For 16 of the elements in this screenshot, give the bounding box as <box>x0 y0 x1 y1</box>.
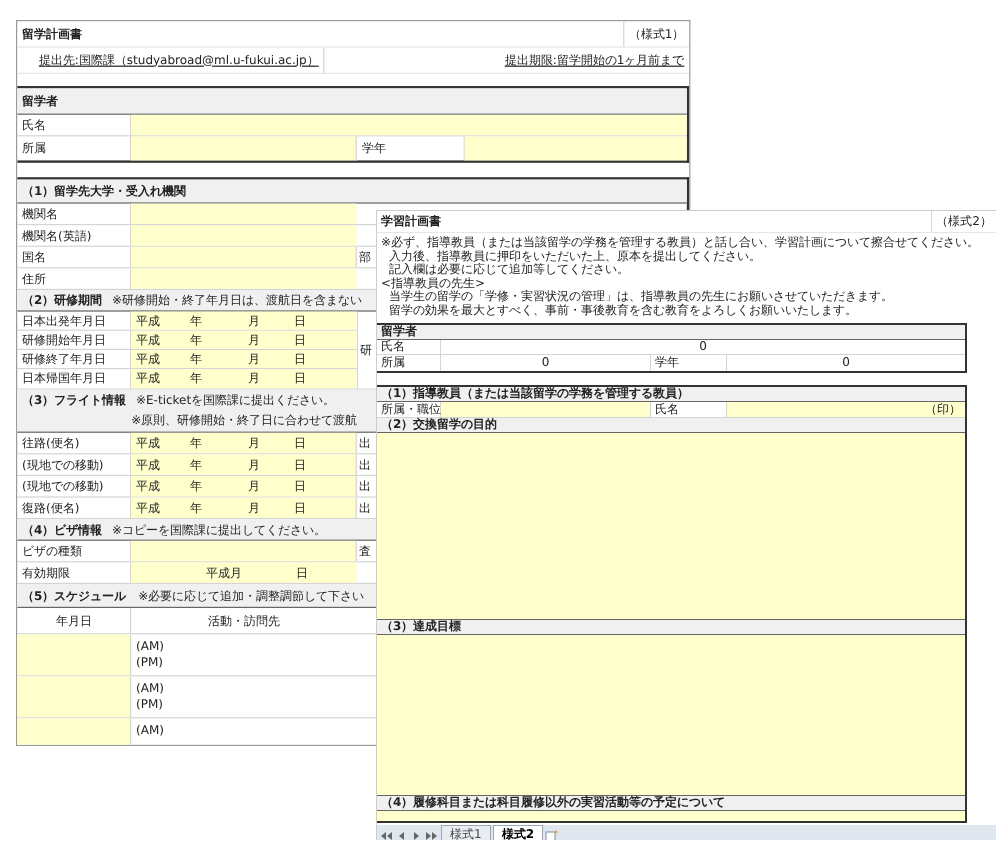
input-field[interactable] <box>441 402 651 417</box>
input-field[interactable] <box>131 268 357 289</box>
input-field[interactable] <box>131 136 357 161</box>
text-area[interactable] <box>377 811 965 821</box>
input-field[interactable] <box>17 634 132 676</box>
sheet-navigation-icon[interactable] <box>379 830 439 840</box>
new-sheet-icon[interactable] <box>545 830 559 840</box>
input-field[interactable] <box>131 225 357 246</box>
input-field[interactable] <box>131 114 687 136</box>
input-field[interactable] <box>17 676 132 718</box>
text-area[interactable] <box>377 635 965 795</box>
input-field[interactable] <box>464 136 687 161</box>
input-field[interactable] <box>131 540 357 562</box>
input-field[interactable] <box>131 246 357 268</box>
text-area[interactable] <box>377 433 965 619</box>
input-field[interactable] <box>131 203 357 224</box>
